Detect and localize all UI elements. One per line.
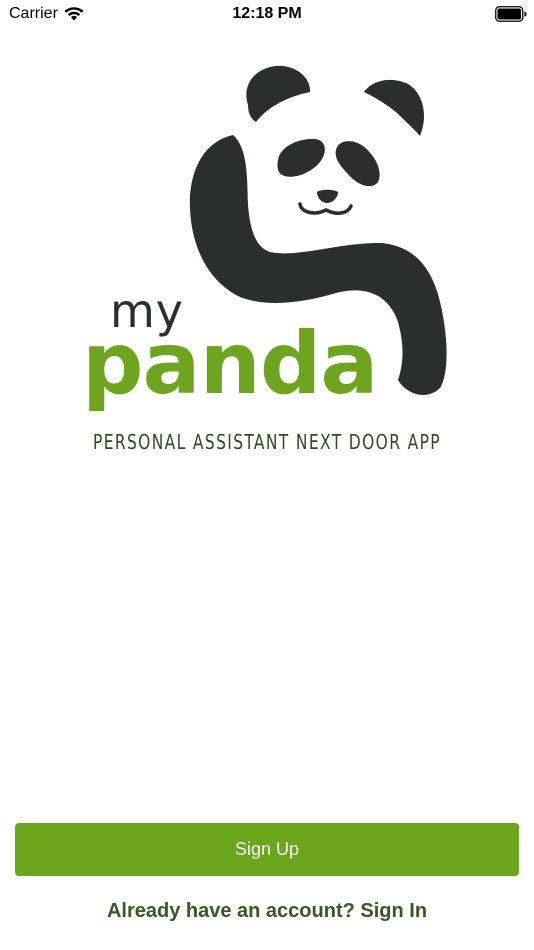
sign-up-button[interactable]: Sign Up bbox=[15, 823, 519, 876]
welcome-screen: Carrier 12:18 PM my panda PERSONAL ASSIS… bbox=[0, 0, 534, 950]
mypanda-logo: my panda PERSONAL ASSISTANT NEXT DOOR AP… bbox=[0, 0, 534, 470]
sign-in-link[interactable]: Already have an account? Sign In bbox=[0, 900, 534, 923]
logo-tagline: PERSONAL ASSISTANT NEXT DOOR APP bbox=[92, 430, 442, 454]
logo-text-panda: panda bbox=[82, 314, 378, 414]
